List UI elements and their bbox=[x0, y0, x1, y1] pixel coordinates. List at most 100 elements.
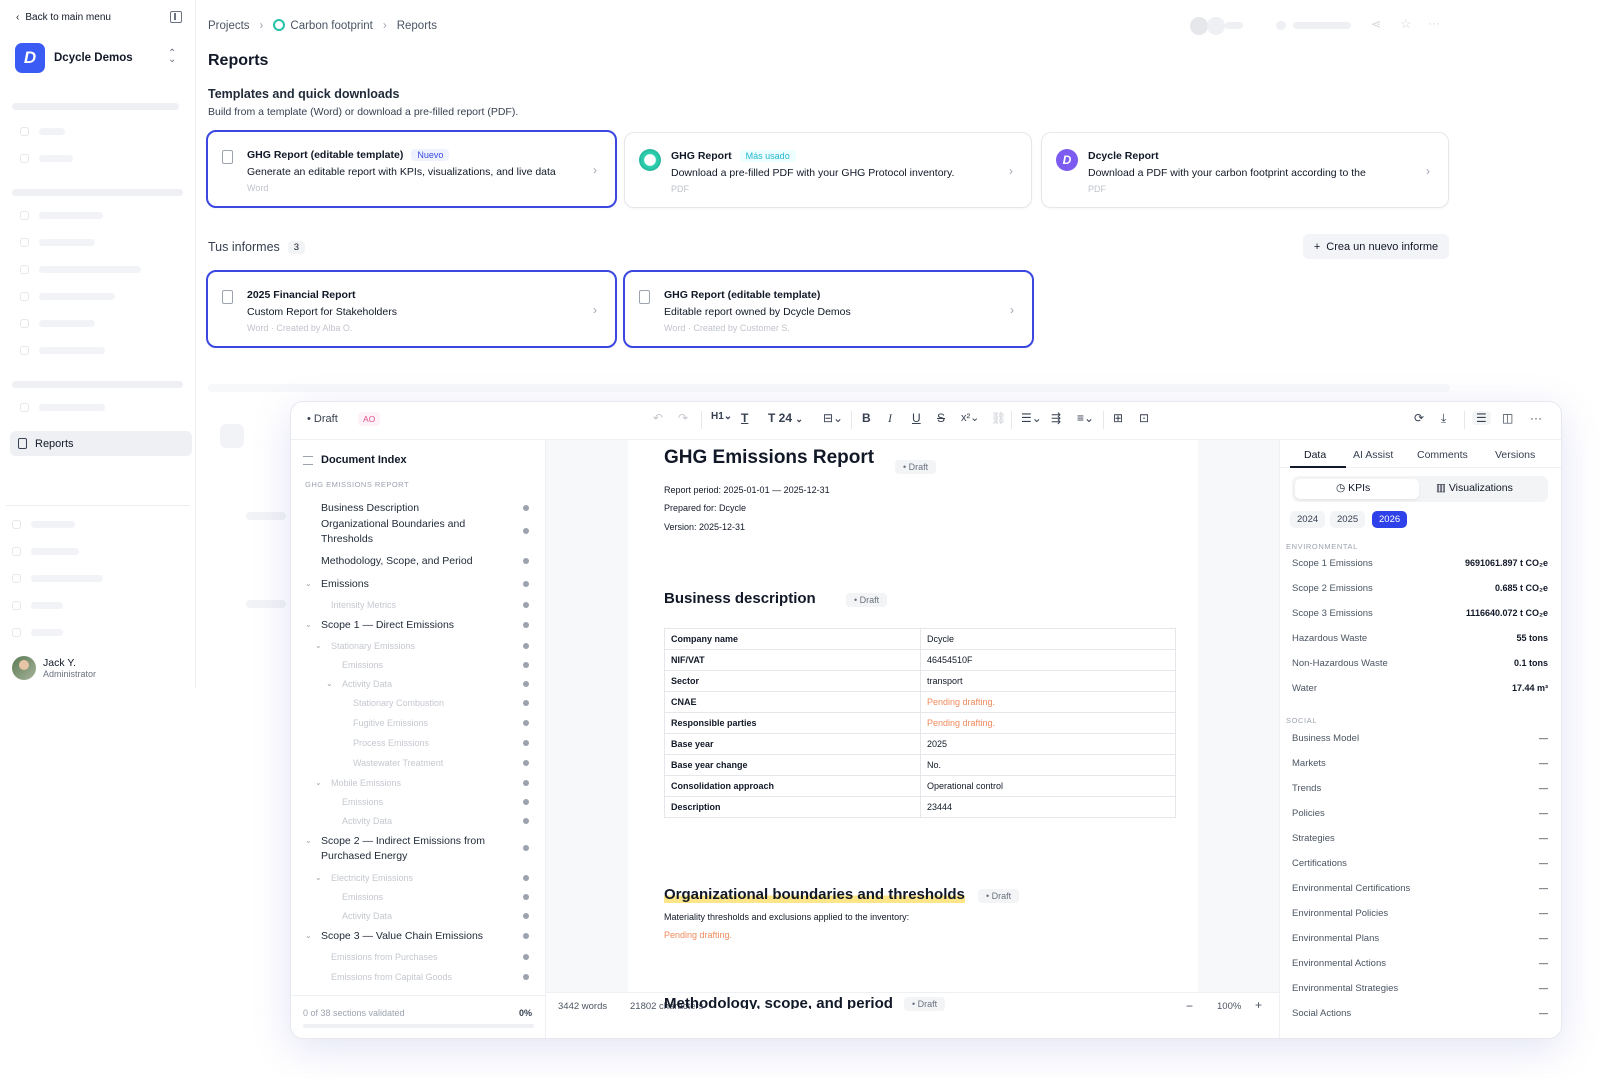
breadcrumb-projects[interactable]: Projects bbox=[208, 20, 250, 32]
document-title[interactable]: GHG Emissions Report bbox=[664, 447, 874, 469]
social-row[interactable]: Strategies — bbox=[1292, 833, 1548, 844]
social-row[interactable]: Environmental Certifications — bbox=[1292, 883, 1548, 894]
undo-icon[interactable]: ↶ bbox=[653, 411, 663, 425]
breadcrumb-carbon-footprint[interactable]: Carbon footprint bbox=[273, 19, 373, 32]
kpi-row[interactable]: Scope 3 Emissions 1116640.072 t CO₂e bbox=[1292, 608, 1548, 619]
social-row[interactable]: Trends — bbox=[1292, 783, 1548, 794]
kpi-row[interactable]: Scope 1 Emissions 9691061.897 t CO₂e bbox=[1292, 558, 1548, 569]
back-to-main-menu[interactable]: ‹ Back to main menu bbox=[16, 12, 111, 23]
nav-item[interactable] bbox=[12, 628, 63, 637]
italic-icon[interactable]: I bbox=[888, 411, 892, 426]
align-block-icon[interactable]: ⊟⌄ bbox=[823, 411, 843, 425]
social-row[interactable]: Environmental Policies — bbox=[1292, 908, 1548, 919]
more-icon[interactable]: ··· bbox=[1530, 411, 1542, 425]
year-2024[interactable]: 2024 bbox=[1290, 511, 1326, 528]
social-row[interactable]: Business Model — bbox=[1292, 733, 1548, 744]
kpi-row[interactable]: Hazardous Waste 55 tons bbox=[1292, 633, 1548, 644]
new-report-button[interactable]: + Crea un nuevo informe bbox=[1303, 234, 1449, 259]
link-icon[interactable]: ⛓ bbox=[991, 411, 1006, 425]
visualizations-toggle[interactable]: ▥ Visualizations bbox=[1436, 482, 1513, 494]
nav-item[interactable] bbox=[20, 154, 73, 163]
social-row[interactable]: Environmental Actions — bbox=[1292, 958, 1548, 969]
list-icon[interactable]: ☰⌄ bbox=[1021, 411, 1042, 425]
nav-item[interactable] bbox=[20, 265, 141, 274]
field-value[interactable]: 46454510F bbox=[920, 649, 1176, 671]
tab-data[interactable]: Data bbox=[1304, 449, 1326, 461]
align-icon[interactable]: ≡⌄ bbox=[1077, 411, 1094, 425]
kpi-row[interactable]: Non-Hazardous Waste 0.1 tons bbox=[1292, 658, 1548, 669]
kpi-row[interactable]: Water 17.44 m³ bbox=[1292, 683, 1548, 694]
chevron-down-icon[interactable]: ⌄ bbox=[305, 620, 312, 629]
bold-icon[interactable]: B bbox=[862, 411, 871, 425]
superscript-icon[interactable]: x²⌄ bbox=[961, 411, 979, 424]
chevron-down-icon[interactable]: ⌄ bbox=[315, 873, 322, 882]
business-heading[interactable]: Business description bbox=[664, 590, 816, 607]
nav-item[interactable] bbox=[20, 346, 105, 355]
year-2026[interactable]: 2026 bbox=[1372, 511, 1408, 528]
chevron-down-icon[interactable]: ⌄ bbox=[315, 778, 322, 787]
zoom-out-icon[interactable]: − bbox=[1186, 999, 1193, 1013]
report-card-ghg-editable[interactable]: GHG Report (editable template) Editable … bbox=[623, 270, 1034, 348]
social-row[interactable]: Policies — bbox=[1292, 808, 1548, 819]
kpis-toggle[interactable]: ◷ KPIs bbox=[1336, 482, 1370, 494]
user-profile[interactable]: Jack Y. Administrator bbox=[12, 656, 96, 680]
nav-item[interactable] bbox=[20, 238, 95, 247]
chevron-down-icon[interactable]: ⌄ bbox=[305, 579, 312, 588]
tab-versions[interactable]: Versions bbox=[1495, 449, 1535, 461]
social-row[interactable]: Environmental Plans — bbox=[1292, 933, 1548, 944]
star-icon[interactable]: ☆ bbox=[1400, 16, 1412, 32]
tab-comments[interactable]: Comments bbox=[1417, 449, 1468, 461]
nav-item[interactable] bbox=[20, 403, 105, 412]
social-row[interactable]: Social Actions — bbox=[1292, 1008, 1548, 1019]
chevron-down-icon[interactable]: ⌄ bbox=[326, 679, 333, 688]
refresh-icon[interactable]: ⟳ bbox=[1414, 411, 1424, 425]
share-icon[interactable]: ⋖ bbox=[1371, 17, 1381, 31]
redo-icon[interactable]: ↷ bbox=[678, 411, 688, 425]
template-card-ghg-pdf[interactable]: GHG Report Más usado Download a pre-fille… bbox=[624, 132, 1032, 208]
chevron-down-icon[interactable]: ⌄ bbox=[305, 931, 312, 940]
underline-icon[interactable]: U bbox=[912, 411, 921, 425]
nav-item[interactable] bbox=[20, 211, 103, 220]
download-icon[interactable]: ⤓ bbox=[1441, 411, 1446, 426]
field-value[interactable]: Pending drafting. bbox=[920, 691, 1176, 713]
report-card-financial[interactable]: 2025 Financial Report Custom Report for … bbox=[206, 270, 617, 348]
panel-toggle-icon[interactable]: ◫ bbox=[1502, 411, 1513, 425]
social-row[interactable]: Markets — bbox=[1292, 758, 1548, 769]
field-value[interactable]: Pending drafting. bbox=[920, 712, 1176, 734]
nav-item[interactable] bbox=[20, 319, 95, 328]
chevron-down-icon[interactable]: ⌄ bbox=[305, 836, 312, 845]
methodology-heading[interactable]: Methodology, scope, and period bbox=[664, 995, 893, 1009]
field-value[interactable]: transport bbox=[920, 670, 1176, 692]
field-value[interactable]: 23444 bbox=[920, 796, 1176, 818]
social-row[interactable]: Certifications — bbox=[1292, 858, 1548, 869]
template-card-ghg-editable[interactable]: GHG Report (editable template) Nuevo Gene… bbox=[206, 130, 617, 208]
image-icon[interactable]: ⊡ bbox=[1139, 411, 1149, 425]
year-2025[interactable]: 2025 bbox=[1330, 511, 1366, 528]
font-size-select[interactable]: T 24 ⌄ bbox=[768, 411, 803, 425]
nav-item[interactable] bbox=[12, 574, 103, 583]
org-switcher[interactable]: D Dcycle Demos bbox=[15, 43, 133, 73]
nav-item[interactable] bbox=[20, 292, 115, 301]
indent-icon[interactable]: ⇶ bbox=[1051, 411, 1061, 425]
more-icon[interactable]: ··· bbox=[1428, 16, 1440, 30]
tab-ai-assist[interactable]: AI Assist bbox=[1353, 449, 1393, 461]
nav-item[interactable] bbox=[12, 601, 63, 610]
outline-toggle-icon[interactable]: ☰ bbox=[1472, 411, 1491, 425]
megaphone-icon[interactable] bbox=[1276, 21, 1286, 30]
strikethrough-icon[interactable]: S bbox=[937, 411, 945, 425]
field-value[interactable]: Dcycle bbox=[920, 628, 1176, 650]
org-heading[interactable]: Organizational boundaries and thresholds bbox=[664, 886, 965, 903]
template-card-dcycle-pdf[interactable]: D Dcycle Report Download a PDF with your… bbox=[1041, 132, 1449, 208]
nav-item[interactable] bbox=[20, 127, 65, 136]
sidebar-item-reports[interactable]: Reports bbox=[10, 431, 192, 456]
nav-item[interactable] bbox=[12, 520, 75, 529]
grid-icon[interactable]: ⊞ bbox=[1113, 411, 1123, 425]
text-color-icon[interactable]: T bbox=[741, 411, 748, 425]
zoom-in-icon[interactable]: + bbox=[1255, 998, 1262, 1012]
field-value[interactable]: No. bbox=[920, 754, 1176, 776]
chevron-updown-icon[interactable]: ⌃ ⌄ bbox=[168, 49, 176, 65]
heading-select[interactable]: H1⌄ bbox=[711, 411, 732, 422]
nav-item[interactable] bbox=[12, 547, 79, 556]
field-value[interactable]: 2025 bbox=[920, 733, 1176, 755]
field-value[interactable]: Operational control bbox=[920, 775, 1176, 797]
